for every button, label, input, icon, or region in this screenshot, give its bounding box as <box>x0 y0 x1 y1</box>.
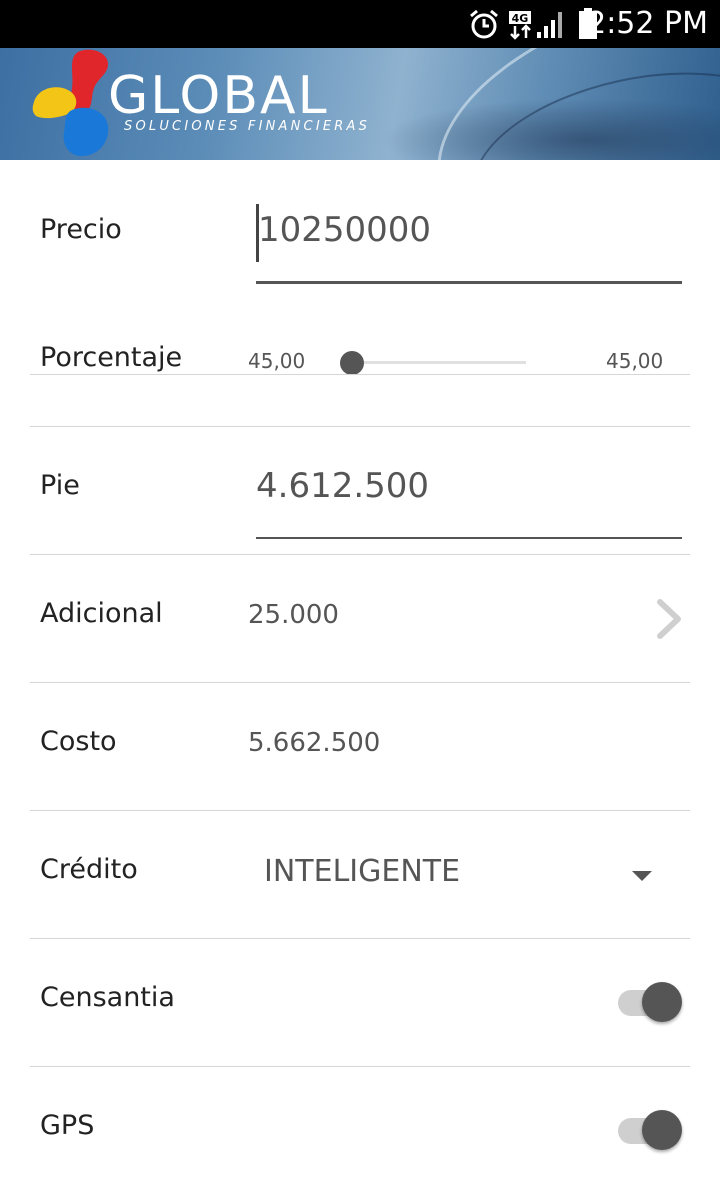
divider <box>30 938 690 939</box>
divider <box>30 810 690 811</box>
costo-value: 5.662.500 <box>248 728 381 758</box>
precio-label: Precio <box>40 214 122 245</box>
adicional-value: 25.000 <box>248 600 339 630</box>
divider <box>30 554 690 555</box>
gps-label: GPS <box>40 1110 95 1141</box>
global-logo-icon <box>32 49 109 156</box>
slider-max-value: 45,00 <box>606 349 664 373</box>
status-time: 2:52 PM <box>587 6 708 41</box>
header-banner: GLOBAL SOLUCIONES FINANCIERAS <box>0 48 720 160</box>
divider <box>30 426 690 427</box>
porcentaje-slider-thumb[interactable] <box>340 351 364 375</box>
pie-value: 4.612.500 <box>256 466 430 506</box>
brand-tagline: SOLUCIONES FINANCIERAS <box>124 119 371 134</box>
network-4g-icon: 4G <box>508 10 534 45</box>
costo-label: Costo <box>40 726 117 757</box>
credito-selected: INTELIGENTE <box>264 854 461 889</box>
chevron-right-icon[interactable] <box>654 598 684 640</box>
divider <box>30 682 690 683</box>
alarm-icon <box>468 8 500 45</box>
status-bar: 4G 2:52 PM <box>0 0 720 48</box>
divider <box>30 1066 690 1067</box>
network-label: 4G <box>512 12 529 25</box>
credito-label: Crédito <box>40 854 138 885</box>
censantia-toggle[interactable] <box>618 982 684 1026</box>
censantia-label: Censantia <box>40 982 175 1013</box>
slider-min-value: 45,00 <box>248 349 306 373</box>
gps-toggle[interactable] <box>618 1110 684 1154</box>
credito-dropdown[interactable]: INTELIGENTE <box>256 840 682 910</box>
dropdown-arrow-icon <box>632 871 652 881</box>
pie-input[interactable]: 4.612.500 <box>256 460 682 540</box>
signal-icon <box>536 10 566 45</box>
brand-name: GLOBAL <box>108 66 329 126</box>
precio-value: 10250000 <box>258 210 432 250</box>
porcentaje-label: Porcentaje <box>40 342 183 373</box>
adicional-label: Adicional <box>40 598 163 629</box>
pie-label: Pie <box>40 470 80 501</box>
porcentaje-slider-track[interactable] <box>352 361 526 364</box>
precio-input[interactable]: 10250000 <box>256 200 682 286</box>
divider <box>30 374 690 375</box>
